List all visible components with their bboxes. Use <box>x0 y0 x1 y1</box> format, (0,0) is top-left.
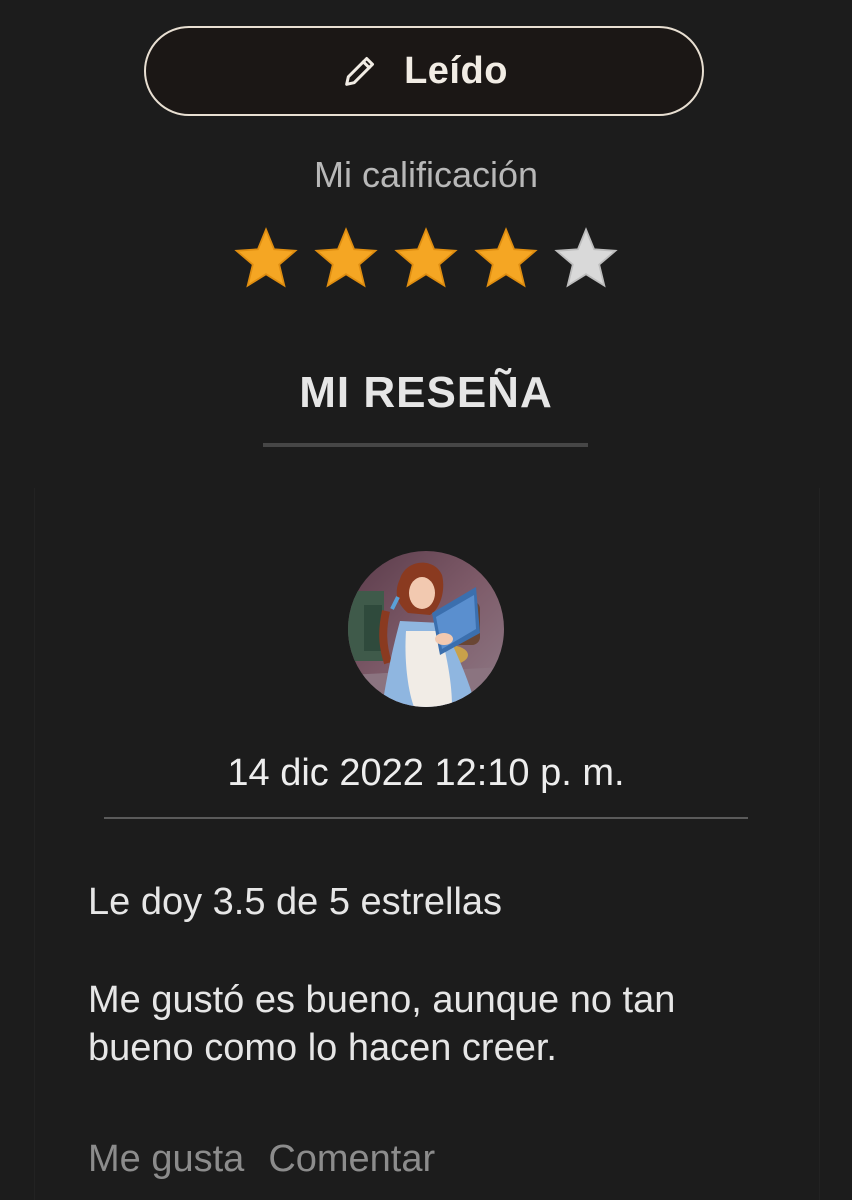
star-icon-5[interactable] <box>550 222 622 294</box>
review-paragraph: Le doy 3.5 de 5 estrellas <box>88 881 503 923</box>
rating-label: Mi calificación <box>313 154 539 195</box>
star-icon-4[interactable] <box>470 222 542 294</box>
comment-button[interactable]: Comentar <box>268 1138 435 1181</box>
star-icon-1[interactable] <box>230 222 302 294</box>
review-body: Le doy 3.5 de 5 estrellas Me gustó es bu… <box>88 878 768 1122</box>
shelf-status-label: Leído <box>404 49 508 92</box>
review-date: 14 dic 2022 12:10 p. m. <box>227 752 625 794</box>
star-rating[interactable] <box>230 222 622 294</box>
review-actions: Me gusta Comentar <box>88 1138 435 1181</box>
pencil-icon <box>340 51 380 91</box>
star-icon-3[interactable] <box>390 222 462 294</box>
review-heading: MI RESEÑA <box>299 368 553 417</box>
heading-divider <box>263 443 588 447</box>
like-button[interactable]: Me gusta <box>88 1138 244 1181</box>
review-paragraph: Me gustó es bueno, aunque no tan bueno c… <box>88 979 676 1069</box>
user-avatar[interactable] <box>348 551 504 707</box>
date-divider <box>104 817 748 819</box>
star-icon-2[interactable] <box>310 222 382 294</box>
shelf-status-button[interactable]: Leído <box>144 26 704 116</box>
